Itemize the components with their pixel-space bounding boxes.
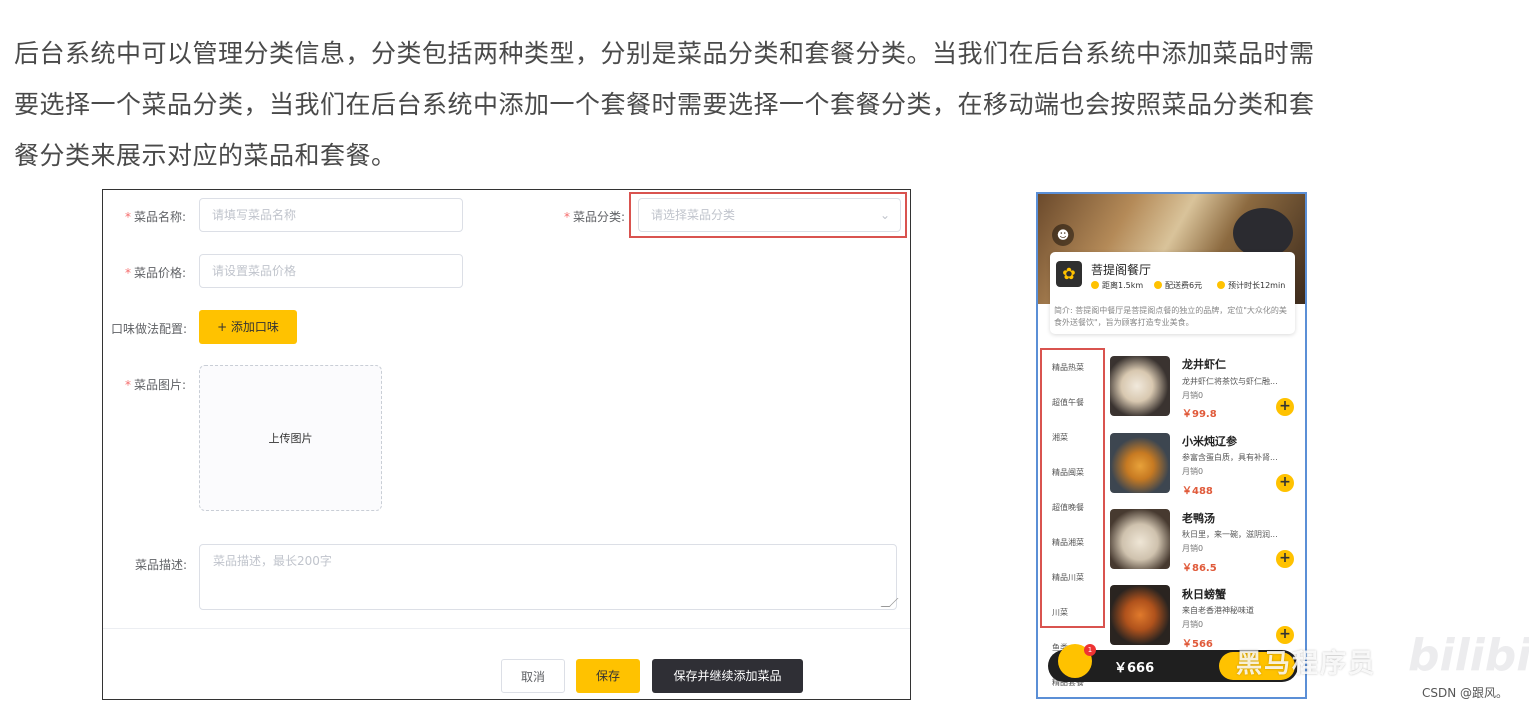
cancel-button[interactable]: 取消 [501, 659, 565, 693]
dish-price: ￥86.5 [1182, 563, 1217, 574]
dish-desc: 参富含蛋白质，具有补肾... [1182, 453, 1278, 462]
dish-desc: 龙井虾仁将茶饮与虾仁融... [1182, 377, 1278, 386]
add-dish-form: * 菜品名称: 请填写菜品名称 * 菜品分类: 请选择菜品分类 ⌄ * 菜品价格: 请… [102, 189, 911, 700]
dish-image [1110, 356, 1170, 416]
intro-paragraph: 后台系统中可以管理分类信息，分类包括两种类型，分别是菜品分类和套餐分类。当我们在… [14, 28, 1434, 181]
category-item[interactable]: 超值晚餐 [1052, 502, 1084, 513]
dish-price: ￥488 [1182, 486, 1213, 497]
restaurant-name: 菩提阁餐厅 [1091, 263, 1152, 277]
dish-sales: 月销0 [1182, 391, 1204, 400]
dish-name-input[interactable]: 请填写菜品名称 [199, 198, 463, 232]
dish-name: 秋日螃蟹 [1182, 588, 1226, 601]
dish-sales: 月销0 [1182, 467, 1204, 476]
dish-desc-label: 菜品描述: [135, 558, 188, 572]
dish-image [1110, 509, 1170, 569]
restaurant-card: ✿ 菩提阁餐厅 距离1.5km 配送费6元 预计时长12min 简介: 菩提阁中… [1050, 252, 1295, 334]
clock-icon [1217, 281, 1225, 289]
dish-price-input[interactable]: 请设置菜品价格 [199, 254, 463, 288]
dish-desc-textarea[interactable]: 菜品描述，最长200字 [199, 544, 899, 610]
form-footer-divider [103, 628, 910, 629]
category-item[interactable]: 超值午餐 [1052, 397, 1084, 408]
add-to-cart-button[interactable]: + [1276, 626, 1294, 644]
restaurant-logo: ✿ [1056, 261, 1082, 287]
category-item[interactable]: 精品闽菜 [1052, 467, 1084, 478]
paragraph-line-1: 后台系统中可以管理分类信息，分类包括两种类型，分别是菜品分类和套餐分类。当我们在… [14, 39, 1315, 68]
cart-count-badge: 1 [1084, 644, 1096, 656]
mobile-preview: ☻ ✿ 菩提阁餐厅 距离1.5km 配送费6元 预计时长12min 简介: 菩提… [1036, 192, 1307, 699]
eta-info: 预计时长12min [1217, 280, 1285, 291]
dish-sales: 月销0 [1182, 620, 1204, 629]
dish-name: 老鸭汤 [1182, 512, 1215, 525]
dish-name-label: * 菜品名称: [125, 210, 187, 224]
add-to-cart-button[interactable]: + [1276, 398, 1294, 416]
category-item[interactable]: 精品湘菜 [1052, 537, 1084, 548]
category-item[interactable]: 川菜 [1052, 607, 1068, 618]
bilibili-watermark: bilibili [1408, 630, 1529, 681]
flavor-config-label: 口味做法配置: [111, 322, 188, 336]
csdn-watermark: CSDN @跟风。 [1422, 686, 1509, 700]
paragraph-line-3: 餐分类来展示对应的菜品和套餐。 [14, 141, 397, 170]
paragraph-line-2: 要选择一个菜品分类，当我们在后台系统中添加一个套餐时需要选择一个套餐分类，在移动… [14, 90, 1315, 119]
channel-watermark: 黑马程序员 [1236, 649, 1377, 679]
dish-name: 龙井虾仁 [1182, 358, 1226, 371]
dish-desc: 秋日里，来一碗，滋阴润... [1182, 530, 1278, 539]
save-button[interactable]: 保存 [576, 659, 640, 693]
dish-image [1110, 585, 1170, 645]
category-item[interactable]: 精品热菜 [1052, 362, 1084, 373]
restaurant-intro: 简介: 菩提阁中餐厅是菩提阁点餐的独立的品牌，定位"大众化的美食外送餐饮"，旨为… [1054, 306, 1287, 327]
chevron-down-icon: ⌄ [879, 208, 890, 222]
dish-image-label: * 菜品图片: [125, 378, 187, 392]
user-icon[interactable]: ☻ [1052, 224, 1074, 246]
cart-total: ￥666 [1114, 661, 1155, 676]
category-item[interactable]: 精品川菜 [1052, 572, 1084, 583]
delivery-icon [1154, 281, 1162, 289]
dish-sales: 月销0 [1182, 544, 1204, 553]
image-upload-area[interactable]: 上传图片 [199, 365, 382, 511]
dish-price: ￥566 [1182, 639, 1213, 650]
add-to-cart-button[interactable]: + [1276, 474, 1294, 492]
add-flavor-button[interactable]: + 添加口味 [199, 310, 297, 344]
save-and-continue-button[interactable]: 保存并继续添加菜品 [652, 659, 803, 693]
dish-price: ￥99.8 [1182, 409, 1217, 420]
dish-name: 小米炖辽参 [1182, 435, 1237, 448]
banner-bowl-image [1233, 208, 1293, 258]
category-list-highlight [1040, 348, 1105, 628]
dish-price-label: * 菜品价格: [125, 266, 187, 280]
location-icon [1091, 281, 1099, 289]
category-item[interactable]: 湘菜 [1052, 432, 1068, 443]
distance-info: 距离1.5km [1091, 280, 1143, 291]
dish-desc: 来自老香港神秘味道 [1182, 606, 1254, 615]
resize-handle-icon[interactable] [880, 598, 899, 607]
dish-category-label: * 菜品分类: [564, 210, 626, 224]
delivery-fee-info: 配送费6元 [1154, 280, 1202, 291]
dish-category-select[interactable]: 请选择菜品分类 ⌄ [638, 198, 901, 232]
add-to-cart-button[interactable]: + [1276, 550, 1294, 568]
dish-image [1110, 433, 1170, 493]
